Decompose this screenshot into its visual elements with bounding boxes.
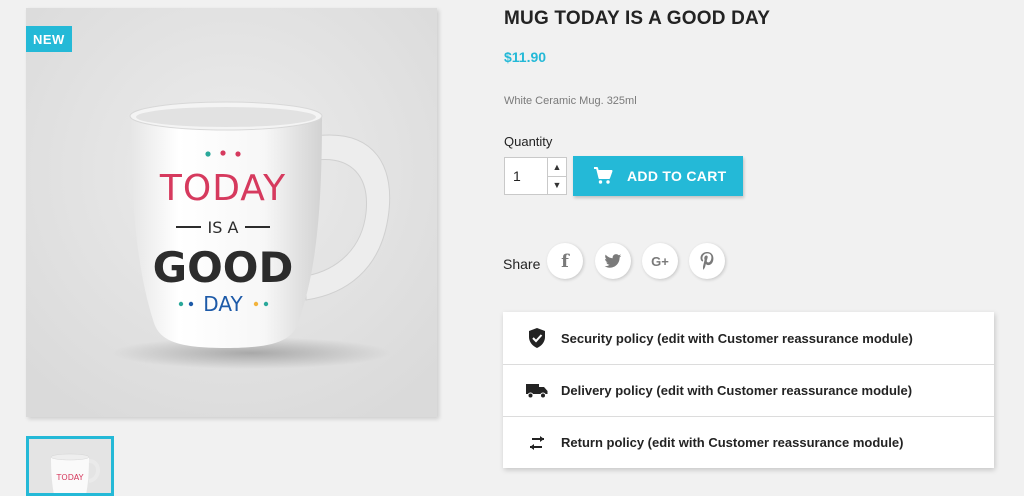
cart-icon xyxy=(594,167,613,184)
twitter-share-button[interactable] xyxy=(595,243,631,279)
product-main-image[interactable]: TODAY IS A GOOD DAY NEW xyxy=(26,8,437,417)
twitter-icon xyxy=(604,253,622,268)
quantity-stepper: ▲ ▼ xyxy=(504,157,567,195)
mug-dot xyxy=(235,151,241,157)
product-title: MUG TODAY IS A GOOD DAY xyxy=(504,8,771,29)
pinterest-share-button[interactable] xyxy=(689,243,725,279)
thumbnail-text: TODAY xyxy=(56,473,84,482)
facebook-share-button[interactable]: f xyxy=(547,243,583,279)
product-thumbnail[interactable]: TODAY xyxy=(26,436,114,496)
reassurance-block: Security policy (edit with Customer reas… xyxy=(503,312,994,468)
mug-text-today: TODAY xyxy=(159,168,286,209)
quantity-decrement-button[interactable]: ▼ xyxy=(548,175,566,195)
facebook-icon: f xyxy=(561,250,569,272)
pinterest-icon xyxy=(700,252,714,270)
thumbnail-mug-image: TODAY xyxy=(29,439,111,493)
product-description: White Ceramic Mug. 325ml xyxy=(504,95,637,107)
share-label: Share xyxy=(503,256,541,272)
add-to-cart-label: ADD TO CART xyxy=(627,168,727,184)
reassurance-delivery: Delivery policy (edit with Customer reas… xyxy=(503,364,994,416)
google-plus-icon: G+ xyxy=(651,253,669,269)
mug-text-is-a: IS A xyxy=(208,218,239,237)
quantity-input[interactable] xyxy=(505,158,547,194)
mug-text-good: GOOD xyxy=(153,243,294,292)
quantity-buttons: ▲ ▼ xyxy=(547,158,566,194)
swap-arrows-icon xyxy=(525,433,549,453)
reassurance-delivery-text: Delivery policy (edit with Customer reas… xyxy=(561,383,913,398)
quantity-label: Quantity xyxy=(504,134,553,149)
quantity-increment-button[interactable]: ▲ xyxy=(548,158,566,176)
mug-dot xyxy=(205,151,211,157)
truck-icon xyxy=(525,381,549,401)
reassurance-security-text: Security policy (edit with Customer reas… xyxy=(561,330,913,346)
shield-check-icon xyxy=(525,328,549,348)
reassurance-security: Security policy (edit with Customer reas… xyxy=(503,312,994,364)
reassurance-return: Return policy (edit with Customer reassu… xyxy=(503,416,994,468)
add-to-cart-button[interactable]: ADD TO CART xyxy=(573,156,743,196)
google-plus-share-button[interactable]: G+ xyxy=(642,243,678,279)
mug-dot xyxy=(220,150,226,156)
mug-text-day: DAY xyxy=(203,292,243,316)
new-badge: NEW xyxy=(26,26,72,52)
product-price: $11.90 xyxy=(504,49,547,65)
mug-image: TODAY IS A GOOD DAY xyxy=(26,8,437,417)
reassurance-return-text: Return policy (edit with Customer reassu… xyxy=(561,435,904,450)
